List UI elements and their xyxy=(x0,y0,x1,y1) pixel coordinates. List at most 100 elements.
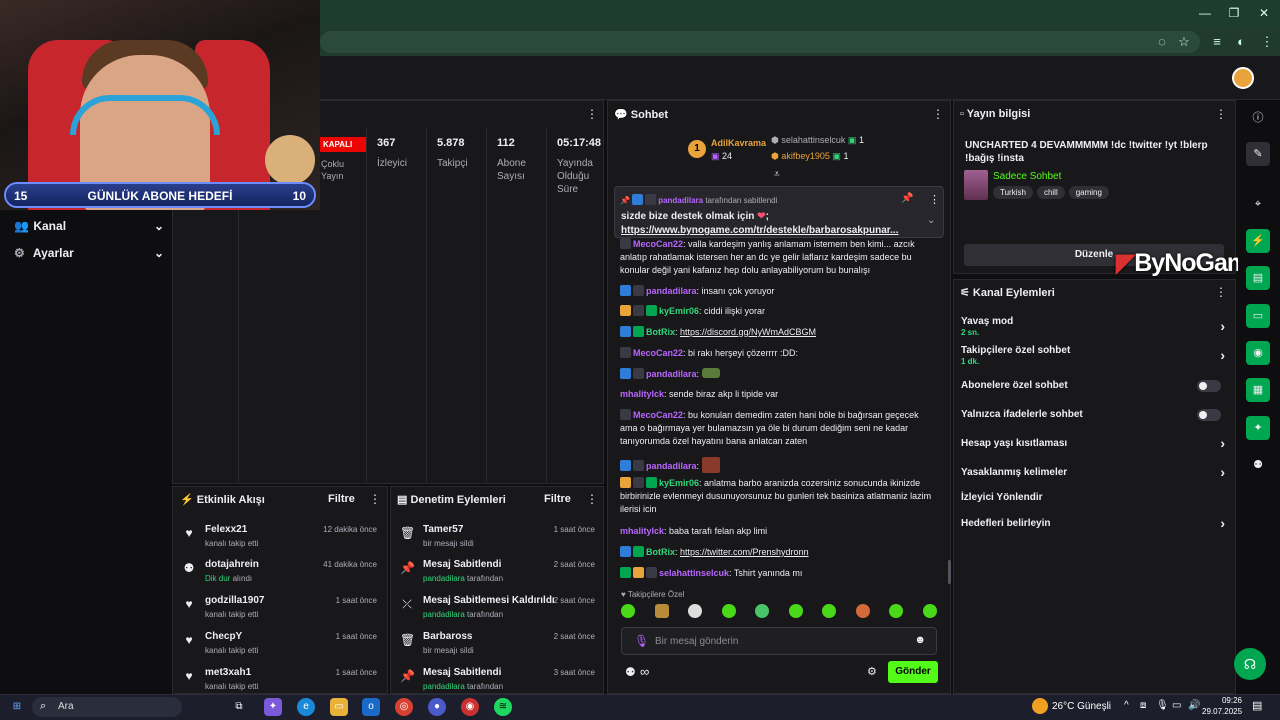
action-set-goals[interactable]: Hedefleri belirleyin › xyxy=(961,515,1227,546)
moderation-filter-button[interactable]: Filtre xyxy=(544,493,571,505)
chat-username[interactable]: MecoCan22 xyxy=(633,239,683,249)
points-icon[interactable]: ⚉ xyxy=(1246,453,1270,477)
nav-ayarlar[interactable]: ⚙ Ayarlar ⌄ xyxy=(14,246,164,266)
action-emotes-only[interactable]: Yalnızca ifadelerle sohbet xyxy=(961,409,1227,437)
feed-item[interactable]: ♥ godzilla1907 kanalı takip etti 1 saat … xyxy=(180,593,380,629)
emote-icon[interactable] xyxy=(788,604,803,618)
spotify-icon[interactable]: ≋ xyxy=(494,698,512,716)
action-subscribers-only[interactable]: Abonelere özel sohbet xyxy=(961,380,1227,408)
chat-username[interactable]: MecoCan22 xyxy=(633,348,683,358)
chat-username[interactable]: MecoCan22 xyxy=(633,410,683,420)
action-slow-mode[interactable]: Yavaş mod 2 sn. › xyxy=(961,316,1227,344)
emote-icon[interactable] xyxy=(822,604,837,618)
chat-scrollbar[interactable] xyxy=(948,560,951,584)
chat-username[interactable]: BotRix xyxy=(646,547,675,557)
outlook-icon[interactable]: o xyxy=(362,698,380,716)
chat-menu-icon[interactable]: ⋮ xyxy=(932,107,944,121)
obs-icon[interactable]: ◉ xyxy=(461,698,479,716)
emote-icon[interactable] xyxy=(654,604,669,618)
emote-icon[interactable] xyxy=(755,604,770,618)
wrench-icon[interactable]: ✦ xyxy=(1246,416,1270,440)
pinned-menu-icon[interactable]: ⋮ xyxy=(929,193,940,206)
tag[interactable]: Turkish xyxy=(993,186,1033,199)
app-icon[interactable]: ● xyxy=(428,698,446,716)
action-followers-only[interactable]: Takipçilere özel sohbet 1 dk. › xyxy=(961,345,1227,373)
tag[interactable]: chill xyxy=(1036,186,1065,199)
weather-text[interactable]: 26°C Güneşli xyxy=(1052,701,1111,712)
chat-username[interactable]: pandadilara xyxy=(646,369,697,379)
playlist-icon[interactable]: ≡ xyxy=(1208,34,1226,49)
feed-item[interactable]: ♥ ChecpY kanalı takip etti 1 saat önce xyxy=(180,629,380,665)
stream-info-menu-icon[interactable]: ⋮ xyxy=(1215,107,1227,121)
emote-icon[interactable] xyxy=(889,604,904,618)
chrome-icon[interactable]: ◎ xyxy=(395,698,413,716)
windows-start-icon[interactable]: ⊞ xyxy=(8,698,26,716)
chat-icon[interactable]: ▭ xyxy=(1246,304,1270,328)
feed-item[interactable]: ⚉ dotajahrein Dik dur alındı 41 dakika ö… xyxy=(180,557,380,593)
pinned-link[interactable]: https://www.bynogame.com/tr/destekle/bar… xyxy=(621,225,898,236)
action-account-age[interactable]: Hesap yaşı kısıtlaması › xyxy=(961,435,1227,466)
emote-icon[interactable] xyxy=(922,604,937,618)
points-icon[interactable]: ⚉ xyxy=(625,665,636,679)
chat-input[interactable]: 🎙 Bir mesaj gönderin ☻ xyxy=(621,627,937,655)
task-view-icon[interactable]: ⧉ xyxy=(230,698,248,716)
tray-chevron-icon[interactable]: ^ xyxy=(1124,700,1129,711)
layout-icon[interactable]: ▦ xyxy=(1246,378,1270,402)
collapse-icon[interactable]: ⩡ xyxy=(774,169,780,180)
chevron-down-icon[interactable]: ⌄ xyxy=(927,215,935,226)
activity-filter-button[interactable]: Filtre xyxy=(328,493,355,505)
clock-time[interactable]: 09:26 xyxy=(1212,696,1242,705)
chat-username[interactable]: kyEmir06 xyxy=(659,306,699,316)
address-bar[interactable] xyxy=(320,31,1200,53)
activity-menu-icon[interactable]: ⋮ xyxy=(369,492,381,506)
feed-item[interactable]: ♥ Felexx21 kanalı takip etti 12 dakika ö… xyxy=(180,522,380,558)
chat-username[interactable]: kyEmir06 xyxy=(659,478,699,488)
emote-icon[interactable] xyxy=(855,604,870,618)
chat-username[interactable]: pandadilara xyxy=(646,286,697,296)
copilot-icon[interactable]: ✦ xyxy=(264,698,282,716)
mod-item[interactable]: 📌 Mesaj Sabitlendi pandadilara tarafında… xyxy=(398,665,598,693)
lightning-icon[interactable]: ⚡ xyxy=(1246,229,1270,253)
info-icon[interactable]: ⓘ xyxy=(1246,106,1270,130)
edge-icon[interactable]: e xyxy=(297,698,315,716)
pencil-icon[interactable]: ✎ xyxy=(1246,142,1270,166)
profile-icon[interactable]: ◐ xyxy=(1232,34,1250,49)
gear-icon[interactable]: ⚙ xyxy=(867,665,877,678)
stats-menu-icon[interactable]: ⋮ xyxy=(586,107,598,121)
minimize-button[interactable]: — xyxy=(1195,6,1215,20)
tray-app-icon[interactable]: ⧈ xyxy=(1140,700,1146,711)
chat-username[interactable]: selahattinselcuk xyxy=(659,568,729,578)
chat-username[interactable]: BotRix xyxy=(646,327,675,337)
eye-off-icon[interactable]: ◌ xyxy=(1153,34,1171,49)
chat-username[interactable]: pandadilara xyxy=(646,461,697,471)
chat-username[interactable]: mhalitylck xyxy=(620,526,664,536)
document-icon[interactable]: ▤ xyxy=(1246,266,1270,290)
tag[interactable]: gaming xyxy=(1068,186,1109,199)
file-explorer-icon[interactable]: ▭ xyxy=(330,698,348,716)
microphone-icon[interactable]: 🎙 xyxy=(634,634,649,648)
chat-username[interactable]: mhalitylck xyxy=(620,389,664,399)
category-name[interactable]: Sadece Sohbet xyxy=(993,171,1061,182)
mod-item[interactable]: 📌 Mesaj Sabitlendi pandadilara tarafında… xyxy=(398,557,598,593)
emote-icon[interactable] xyxy=(688,604,703,618)
feed-item[interactable]: ♥ met3xah1 kanalı takip etti 1 saat önce xyxy=(180,665,380,693)
focus-icon[interactable]: ⌖ xyxy=(1246,192,1270,216)
microphone-icon[interactable]: 🎙 xyxy=(1156,700,1169,711)
maximize-button[interactable]: ❐ xyxy=(1224,6,1244,20)
subscribers-only-toggle[interactable] xyxy=(1197,380,1221,392)
moderation-menu-icon[interactable]: ⋮ xyxy=(586,492,598,506)
close-window-button[interactable]: ✕ xyxy=(1254,6,1274,20)
infinity-icon[interactable]: ∞ xyxy=(640,664,649,679)
mod-item[interactable]: ⤫ Mesaj Sabitlemesi Kaldırıldı pandadila… xyxy=(398,593,598,629)
action-raid[interactable]: İzleyici Yönlendir xyxy=(961,492,1227,520)
user-avatar[interactable] xyxy=(1232,67,1254,89)
emote-icon[interactable] xyxy=(621,604,635,618)
network-icon[interactable]: ▭ xyxy=(1172,700,1181,711)
emote-icon[interactable] xyxy=(721,604,736,618)
clock-date[interactable]: 29.07.2025 xyxy=(1202,707,1242,716)
mod-item[interactable]: 🗑 Barbaross bir mesajı sildi 2 saat önce xyxy=(398,629,598,665)
emoji-icon[interactable]: ☻ xyxy=(914,634,926,646)
emotes-only-toggle[interactable] xyxy=(1197,409,1221,421)
action-banned-words[interactable]: Yasaklanmış kelimeler › xyxy=(961,464,1227,495)
chat-link[interactable]: https://discord.gg/NyWmAdCBGM xyxy=(680,327,816,337)
